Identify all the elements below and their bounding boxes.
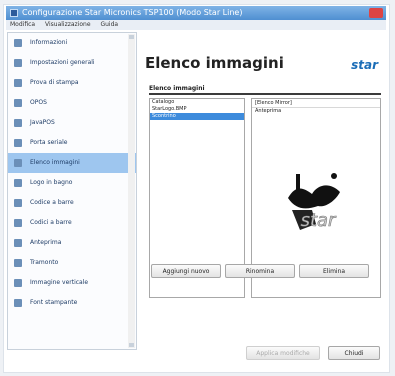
close-button[interactable]: Chiudi	[328, 346, 380, 360]
app-icon	[10, 9, 18, 17]
sidebar-item-label: Tramonto	[30, 259, 59, 266]
sidebar-item-font[interactable]: Font stampante	[8, 293, 136, 313]
sidebar-item-impostazioni[interactable]: Impostazioni generali	[8, 53, 136, 73]
preview-icon	[14, 239, 22, 247]
close-window-button[interactable]	[369, 8, 383, 18]
sidebar-item-label: Font stampante	[30, 299, 78, 306]
list-item[interactable]: Catalogo	[150, 99, 244, 106]
window-frame: Configurazione Star Micronics TSP100 (Mo…	[0, 0, 395, 376]
sidebar-item-label: Immagine verticale	[30, 279, 89, 286]
sidebar-item-label: Elenco immagini	[30, 159, 80, 166]
font-icon	[14, 299, 22, 307]
sidebar-item-label: Informazioni	[30, 39, 68, 46]
window-title: Configurazione Star Micronics TSP100 (Mo…	[22, 8, 243, 17]
scroll-down-icon[interactable]	[129, 343, 134, 347]
sidebar-item-label: JavaPOS	[30, 119, 55, 126]
sidebar-item-label: Impostazioni generali	[30, 59, 95, 66]
list-item[interactable]: StarLogo.BMP	[150, 106, 244, 113]
scroll-up-icon[interactable]	[129, 35, 134, 39]
print-icon	[14, 79, 22, 87]
apply-changes-button[interactable]: Applica modifiche	[246, 346, 320, 360]
menu-modifica[interactable]: Modifica	[10, 21, 35, 28]
opos-icon	[14, 99, 22, 107]
sidebar: Informazioni Impostazioni generali Prova…	[7, 32, 137, 350]
sidebar-item-barcodes[interactable]: Codici a barre	[8, 213, 136, 233]
sidebar-item-label: OPOS	[30, 99, 47, 106]
sidebar-item-informazioni[interactable]: Informazioni	[8, 33, 136, 53]
sidebar-item-logo[interactable]: Logo in bagno	[8, 173, 136, 193]
sidebar-item-label: Prova di stampa	[30, 79, 79, 86]
sidebar-item-label: Porta seriale	[30, 139, 68, 146]
sidebar-item-label: Logo in bagno	[30, 179, 73, 186]
menu-visualizzazione[interactable]: Visualizzazione	[45, 21, 91, 28]
section-title: Elenco immagini	[149, 85, 205, 92]
add-image-button[interactable]: Aggiungi nuovo	[151, 264, 221, 278]
javapos-icon	[14, 119, 22, 127]
title-bar: Configurazione Star Micronics TSP100 (Mo…	[6, 6, 386, 20]
sidebar-item-javapos[interactable]: JavaPOS	[8, 113, 136, 133]
info-icon	[14, 39, 22, 47]
list-item[interactable]: Scontrino	[150, 113, 244, 120]
sidebar-item-opos[interactable]: OPOS	[8, 93, 136, 113]
settings-icon	[14, 59, 22, 67]
image-list-icon	[14, 159, 22, 167]
section-divider	[149, 93, 381, 95]
rename-image-button[interactable]: Rinomina	[225, 264, 295, 278]
sidebar-item-immagine-verticale[interactable]: Immagine verticale	[8, 273, 136, 293]
sidebar-scrollbar[interactable]	[128, 34, 135, 348]
sidebar-item-elenco-immagini[interactable]: Elenco immagini	[8, 153, 136, 173]
preview-name: Anteprima	[255, 108, 282, 114]
menu-guida[interactable]: Guida	[100, 21, 118, 28]
port-icon	[14, 139, 22, 147]
main-panel: Elenco immagini star Elenco immagini Cat…	[141, 32, 386, 350]
preview-header: [Elenco Mirror]	[252, 99, 380, 108]
page-title: Elenco immagini	[145, 54, 284, 72]
sidebar-item-porta[interactable]: Porta seriale	[8, 133, 136, 153]
sidebar-item-label: Anteprima	[30, 239, 62, 246]
sidebar-item-anteprima[interactable]: Anteprima	[8, 233, 136, 253]
document-icon	[14, 259, 22, 267]
svg-text:star: star	[301, 210, 337, 231]
sidebar-item-label: Codice a barre	[30, 199, 74, 206]
menu-bar: Modifica Visualizzazione Guida	[6, 20, 386, 30]
barcode-icon	[14, 199, 22, 207]
barcode-icon	[14, 219, 22, 227]
sidebar-item-barcode[interactable]: Codice a barre	[8, 193, 136, 213]
brand-logo: star	[351, 58, 378, 72]
sidebar-item-label: Codici a barre	[30, 219, 72, 226]
sidebar-item-tramonto[interactable]: Tramonto	[8, 253, 136, 273]
star-logo-image: star	[288, 173, 340, 231]
logo-icon	[14, 179, 22, 187]
image-icon	[14, 279, 22, 287]
sidebar-item-prova[interactable]: Prova di stampa	[8, 73, 136, 93]
delete-image-button[interactable]: Elimina	[299, 264, 369, 278]
